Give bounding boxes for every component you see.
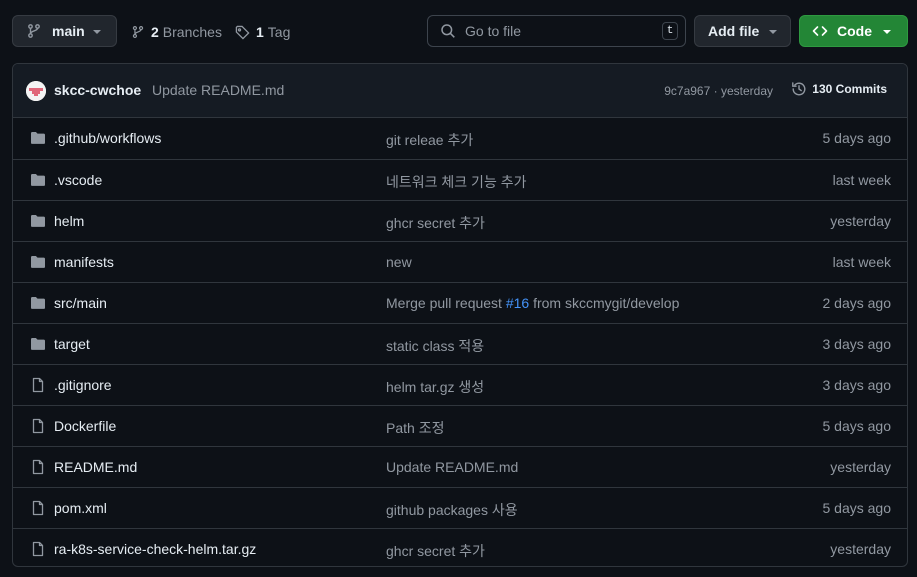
file-row: .github/workflows git releae 추가 5 days a… xyxy=(13,118,907,159)
avatar[interactable] xyxy=(26,81,46,101)
file-icon xyxy=(30,500,46,521)
pull-request-link[interactable]: #16 xyxy=(506,295,529,311)
code-button[interactable]: Code xyxy=(799,15,908,47)
file-commit-message-link[interactable]: Merge pull request #16 from skccmygit/de… xyxy=(386,295,679,311)
folder-icon xyxy=(30,295,46,316)
file-name-link[interactable]: Dockerfile xyxy=(54,418,116,434)
search-icon xyxy=(440,23,456,39)
file-icon xyxy=(30,418,46,439)
commit-author-link[interactable]: skcc-cwchoe xyxy=(54,82,141,98)
branch-selector-button[interactable]: main xyxy=(12,15,117,47)
file-name-link[interactable]: helm xyxy=(54,213,84,229)
file-icon xyxy=(30,459,46,480)
branches-count: 2 xyxy=(151,24,159,40)
code-icon xyxy=(812,23,828,39)
commits-label: Commits xyxy=(835,82,887,96)
file-commit-date: yesterday xyxy=(830,459,891,475)
file-row: pom.xml github packages 사용 5 days ago xyxy=(13,487,907,528)
git-branch-icon xyxy=(131,24,145,40)
file-commit-date: 3 days ago xyxy=(822,377,892,393)
folder-icon xyxy=(30,130,46,151)
file-commit-date: 5 days ago xyxy=(822,130,892,146)
tags-label: Tag xyxy=(267,24,291,40)
file-name-link[interactable]: .gitignore xyxy=(54,377,112,393)
tags-count: 1 xyxy=(256,24,264,40)
file-commit-date: last week xyxy=(832,254,891,270)
tag-icon xyxy=(235,25,250,40)
file-commit-message-link[interactable]: github packages 사용 xyxy=(386,500,518,520)
git-branch-icon xyxy=(26,23,42,39)
file-name-link[interactable]: .github/workflows xyxy=(54,130,161,146)
branches-label: Branches xyxy=(162,24,222,40)
file-row: manifests new last week xyxy=(13,241,907,282)
file-browser: skcc-cwchoe Update README.md 9c7a967 · y… xyxy=(12,63,908,567)
file-commit-date: 2 days ago xyxy=(822,295,892,311)
file-commit-date: last week xyxy=(832,172,891,188)
commit-message-text: from skccmygit/develop xyxy=(529,295,680,311)
file-commit-date: yesterday xyxy=(830,541,891,557)
commit-sha-and-time: 9c7a967 · yesterday xyxy=(664,84,773,98)
commit-sha-link[interactable]: 9c7a967 xyxy=(664,84,710,98)
commit-message-text: Merge pull request xyxy=(386,295,506,311)
file-row: Dockerfile Path 조정 5 days ago xyxy=(13,405,907,446)
repo-toolbar: main 2 Branches 1 Tag Go to file t Add f… xyxy=(0,0,917,62)
folder-icon xyxy=(30,336,46,357)
commits-history-link[interactable]: 130 Commits xyxy=(791,81,887,97)
file-name-link[interactable]: manifests xyxy=(54,254,114,270)
file-row: target static class 적용 3 days ago xyxy=(13,323,907,364)
file-name-link[interactable]: target xyxy=(54,336,90,352)
file-commit-message-link[interactable]: ghcr secret 추가 xyxy=(386,213,485,233)
file-row: ra-k8s-service-check-helm.tar.gz ghcr se… xyxy=(13,528,907,566)
file-row: .vscode 네트워크 체크 기능 추가 last week xyxy=(13,159,907,200)
tags-link[interactable]: 1 Tag xyxy=(235,22,290,42)
file-commit-date: 5 days ago xyxy=(822,418,892,434)
file-row: helm ghcr secret 추가 yesterday xyxy=(13,200,907,241)
go-to-file-input[interactable] xyxy=(465,23,645,39)
file-commit-message-link[interactable]: git releae 추가 xyxy=(386,130,473,150)
branches-link[interactable]: 2 Branches xyxy=(131,22,222,42)
chevron-down-icon xyxy=(883,30,891,34)
file-commit-message-link[interactable]: ghcr secret 추가 xyxy=(386,541,485,561)
file-name-link[interactable]: ra-k8s-service-check-helm.tar.gz xyxy=(54,541,256,557)
commit-message-link[interactable]: Update README.md xyxy=(152,82,284,98)
file-row: .gitignore helm tar.gz 생성 3 days ago xyxy=(13,364,907,405)
folder-icon xyxy=(30,213,46,234)
chevron-down-icon xyxy=(769,30,777,34)
file-name-link[interactable]: README.md xyxy=(54,459,137,475)
code-button-label: Code xyxy=(837,23,872,39)
branch-name: main xyxy=(52,23,85,39)
file-commit-message-link[interactable]: new xyxy=(386,254,412,270)
file-name-link[interactable]: .vscode xyxy=(54,172,102,188)
folder-icon xyxy=(30,254,46,275)
file-commit-date: yesterday xyxy=(830,213,891,229)
file-commit-message-link[interactable]: Path 조정 xyxy=(386,418,444,438)
file-commit-date: 5 days ago xyxy=(822,500,892,516)
file-commit-message-link[interactable]: helm tar.gz 생성 xyxy=(386,377,484,397)
history-icon xyxy=(791,81,812,97)
commit-time: yesterday xyxy=(720,84,773,98)
file-commit-message-link[interactable]: static class 적용 xyxy=(386,336,484,356)
file-commit-date: 3 days ago xyxy=(822,336,892,352)
folder-icon xyxy=(30,172,46,193)
chevron-down-icon xyxy=(93,30,101,34)
file-list: .github/workflows git releae 추가 5 days a… xyxy=(13,118,907,566)
file-icon xyxy=(30,377,46,398)
keyboard-shortcut-hint: t xyxy=(662,22,678,40)
commits-count: 130 xyxy=(812,82,833,96)
file-icon xyxy=(30,541,46,562)
separator: · xyxy=(713,84,718,98)
file-name-link[interactable]: pom.xml xyxy=(54,500,107,516)
add-file-label: Add file xyxy=(708,23,760,39)
latest-commit-bar: skcc-cwchoe Update README.md 9c7a967 · y… xyxy=(13,64,907,118)
file-name-link[interactable]: src/main xyxy=(54,295,107,311)
file-commit-message-link[interactable]: 네트워크 체크 기능 추가 xyxy=(386,172,526,192)
file-commit-message-link[interactable]: Update README.md xyxy=(386,459,518,475)
go-to-file-search[interactable]: t xyxy=(427,15,686,47)
file-row: README.md Update README.md yesterday xyxy=(13,446,907,487)
add-file-button[interactable]: Add file xyxy=(694,15,791,47)
file-row: src/main Merge pull request #16 from skc… xyxy=(13,282,907,323)
